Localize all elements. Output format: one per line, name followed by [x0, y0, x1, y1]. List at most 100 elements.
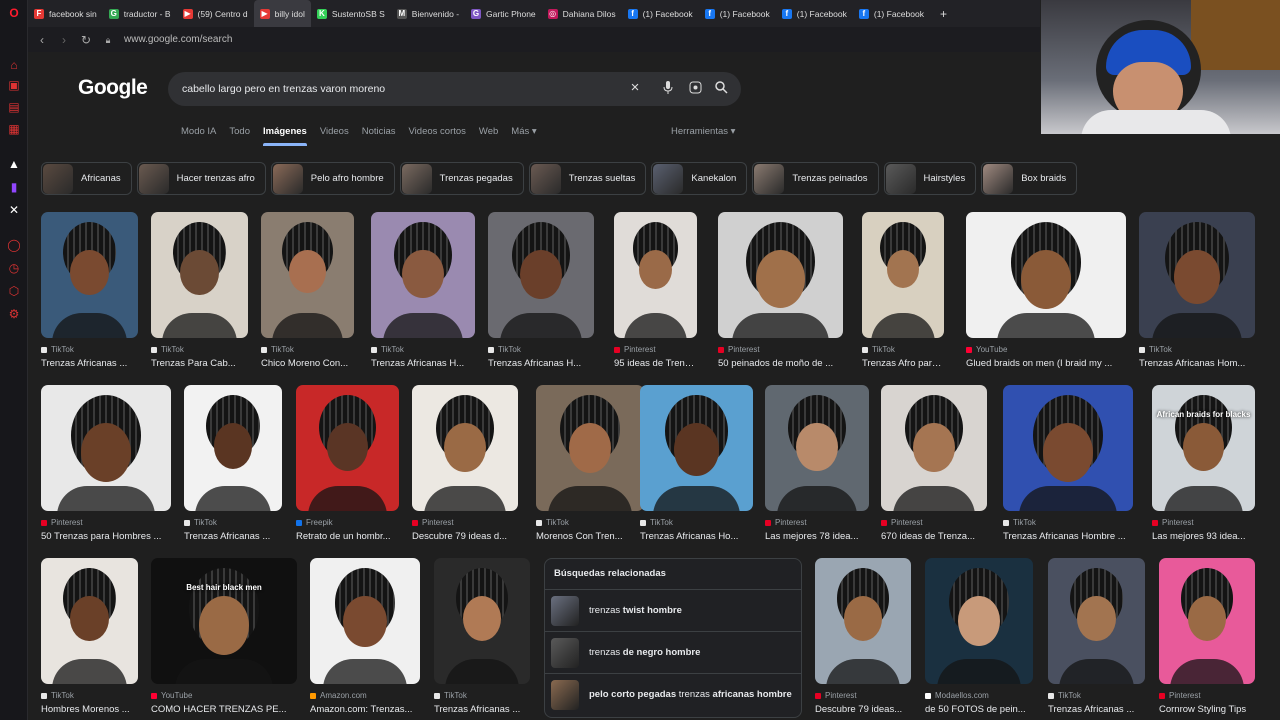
- clear-icon[interactable]: ×: [627, 80, 643, 96]
- search-tab[interactable]: Modo IA: [181, 126, 216, 137]
- image-result[interactable]: YouTube Glued braids on men (I braid my .…: [966, 212, 1126, 369]
- image-result[interactable]: Pinterest Cornrow Styling Tips: [1159, 558, 1255, 715]
- result-source[interactable]: Pinterest: [1152, 518, 1255, 527]
- result-thumbnail[interactable]: Best hair black men: [151, 558, 297, 684]
- result-thumbnail[interactable]: [1003, 385, 1133, 511]
- image-result[interactable]: Freepik Retrato de un hombr...: [296, 385, 399, 542]
- related-search-item[interactable]: pelo corto pegadas trenzas africanas hom…: [545, 673, 801, 715]
- result-thumbnail[interactable]: [184, 385, 282, 511]
- result-title[interactable]: Trenzas Africanas Hom...: [1139, 358, 1255, 369]
- result-source[interactable]: TikTok: [488, 345, 594, 354]
- cube-icon[interactable]: ⬡: [7, 284, 21, 298]
- tools-button[interactable]: Herramientas ▾: [671, 126, 735, 137]
- browser-tab[interactable]: Ffacebook sin: [28, 0, 103, 27]
- result-title[interactable]: 95 ideas de Trenza...: [614, 358, 697, 369]
- result-thumbnail[interactable]: [862, 212, 944, 338]
- image-result[interactable]: TikTok Trenzas Africanas ...: [434, 558, 530, 715]
- result-thumbnail[interactable]: [261, 212, 354, 338]
- result-thumbnail[interactable]: [536, 385, 644, 511]
- image-result[interactable]: TikTok Trenzas Africanas H...: [488, 212, 594, 369]
- result-thumbnail[interactable]: [310, 558, 420, 684]
- browser-tab[interactable]: G Gartic Phone: [465, 0, 542, 27]
- image-result[interactable]: TikTok Trenzas Africanas Hombre ...: [1003, 385, 1133, 542]
- result-title[interactable]: Descubre 79 ideas d...: [412, 531, 518, 542]
- result-title[interactable]: Trenzas Africanas ...: [434, 704, 530, 715]
- result-source[interactable]: TikTok: [41, 691, 138, 700]
- result-title[interactable]: Trenzas Africanas Hombre ...: [1003, 531, 1133, 542]
- image-result[interactable]: TikTok Morenos Con Tren...: [536, 385, 644, 542]
- browser-tab[interactable]: f (1) Facebook: [853, 0, 930, 27]
- search-tab[interactable]: Web: [479, 126, 498, 137]
- result-source[interactable]: Pinterest: [1159, 691, 1255, 700]
- browser-tab[interactable]: ▶ (59) Centro d: [177, 0, 254, 27]
- result-thumbnail[interactable]: [614, 212, 697, 338]
- chip[interactable]: Pelo afro hombre: [270, 162, 395, 195]
- result-source[interactable]: TikTok: [536, 518, 644, 527]
- image-result[interactable]: TikTok Trenzas Africanas ...: [184, 385, 282, 542]
- result-thumbnail[interactable]: [296, 385, 399, 511]
- chip[interactable]: Hairstyles: [883, 162, 977, 195]
- result-title[interactable]: 50 Trenzas para Hombres ...: [41, 531, 171, 542]
- result-source[interactable]: YouTube: [151, 691, 297, 700]
- google-logo[interactable]: Google: [78, 76, 148, 100]
- result-thumbnail[interactable]: [434, 558, 530, 684]
- image-result[interactable]: TikTok Trenzas Africanas H...: [371, 212, 475, 369]
- result-source[interactable]: Pinterest: [412, 518, 518, 527]
- image-result[interactable]: Amazon.com Amazon.com: Trenzas...: [310, 558, 420, 715]
- chip[interactable]: Kanekalon: [651, 162, 748, 195]
- image-result[interactable]: Pinterest Descubre 79 ideas d...: [412, 385, 518, 542]
- image-result[interactable]: TikTok Trenzas Africanas ...: [41, 212, 138, 369]
- image-result[interactable]: TikTok Chico Moreno Con...: [261, 212, 354, 369]
- chip[interactable]: Hacer trenzas afro: [136, 162, 266, 195]
- result-thumbnail[interactable]: [815, 558, 911, 684]
- result-source[interactable]: TikTok: [41, 345, 138, 354]
- result-source[interactable]: TikTok: [1048, 691, 1145, 700]
- result-thumbnail[interactable]: [718, 212, 843, 338]
- result-title[interactable]: Trenzas Africanas ...: [184, 531, 282, 542]
- result-source[interactable]: Pinterest: [41, 518, 171, 527]
- settings-icon[interactable]: ⚙: [7, 307, 21, 321]
- result-source[interactable]: Amazon.com: [310, 691, 420, 700]
- search-tab[interactable]: Todo: [229, 126, 250, 137]
- image-result[interactable]: Pinterest 50 peinados de moño de ...: [718, 212, 843, 369]
- image-result[interactable]: TikTok Trenzas Africanas ...: [1048, 558, 1145, 715]
- box-icon[interactable]: ▦: [7, 122, 21, 136]
- result-thumbnail[interactable]: [151, 212, 248, 338]
- result-title[interactable]: Retrato de un hombr...: [296, 531, 399, 542]
- image-result[interactable]: TikTok Hombres Morenos ...: [41, 558, 138, 715]
- twitch-icon[interactable]: ▮: [7, 180, 21, 194]
- result-thumbnail[interactable]: [765, 385, 869, 511]
- result-thumbnail[interactable]: [488, 212, 594, 338]
- image-result[interactable]: TikTok Trenzas Para Cab...: [151, 212, 248, 369]
- result-title[interactable]: Trenzas Afro para ...: [862, 358, 944, 369]
- chip[interactable]: Trenzas peinados: [752, 162, 879, 195]
- result-source[interactable]: Freepik: [296, 518, 399, 527]
- result-thumbnail[interactable]: African braids for blacks: [1152, 385, 1255, 511]
- browser-tab[interactable]: f (1) Facebook: [699, 0, 776, 27]
- result-title[interactable]: 670 ideas de Trenza...: [881, 531, 987, 542]
- result-source[interactable]: TikTok: [434, 691, 530, 700]
- lens-icon[interactable]: [687, 81, 703, 97]
- url-text[interactable]: www.google.com/search: [124, 34, 232, 45]
- result-title[interactable]: Trenzas Para Cab...: [151, 358, 248, 369]
- result-thumbnail[interactable]: [412, 385, 518, 511]
- result-title[interactable]: COMO HACER TRENZAS PE...: [151, 704, 297, 715]
- result-source[interactable]: TikTok: [261, 345, 354, 354]
- result-source[interactable]: Pinterest: [815, 691, 911, 700]
- image-result[interactable]: TikTok Trenzas Africanas Hom...: [1139, 212, 1255, 369]
- result-title[interactable]: Chico Moreno Con...: [261, 358, 354, 369]
- result-thumbnail[interactable]: [41, 558, 138, 684]
- browser-tab[interactable]: f (1) Facebook: [622, 0, 699, 27]
- new-tab-icon[interactable]: +: [934, 0, 953, 27]
- result-title[interactable]: Hombres Morenos ...: [41, 704, 138, 715]
- result-thumbnail[interactable]: [881, 385, 987, 511]
- result-source[interactable]: Pinterest: [614, 345, 697, 354]
- result-source[interactable]: TikTok: [640, 518, 753, 527]
- image-result[interactable]: Pinterest 95 ideas de Trenza...: [614, 212, 697, 369]
- search-icon[interactable]: [713, 81, 729, 97]
- result-title[interactable]: Cornrow Styling Tips: [1159, 704, 1255, 715]
- browser-tab[interactable]: M Bienvenido -: [391, 0, 465, 27]
- microphone-icon[interactable]: [661, 81, 675, 97]
- result-title[interactable]: Las mejores 93 idea...: [1152, 531, 1255, 542]
- result-source[interactable]: Pinterest: [881, 518, 987, 527]
